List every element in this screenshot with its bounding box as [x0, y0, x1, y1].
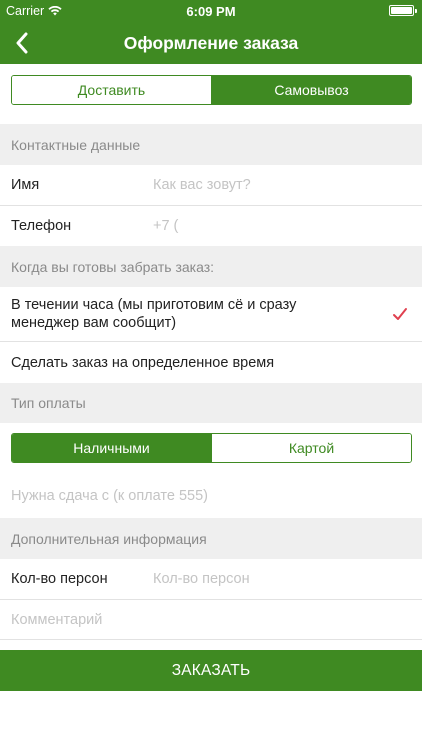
persons-row: Кол-во персон — [0, 559, 422, 600]
order-button[interactable]: ЗАКАЗАТЬ — [0, 650, 422, 691]
pickup-option-time-label: Сделать заказ на определенное время — [11, 354, 275, 371]
delivery-mode-section: Доставить Самовывоз — [0, 64, 422, 124]
section-extra-header: Дополнительная информация — [0, 518, 422, 559]
tab-pickup[interactable]: Самовывоз — [211, 76, 411, 104]
name-row: Имя — [0, 165, 422, 206]
section-pickup-header: Когда вы готовы забрать заказ: — [0, 246, 422, 287]
persons-label: Кол-во персон — [11, 571, 108, 587]
navigation-bar: Оформление заказа — [0, 22, 422, 64]
phone-label: Телефон — [11, 218, 72, 234]
payment-mode-section: Наличными Картой — [0, 423, 422, 473]
name-label: Имя — [11, 177, 40, 193]
delivery-mode-control: Доставить Самовывоз — [11, 75, 412, 105]
phone-input[interactable] — [153, 218, 411, 234]
checkmark-icon — [393, 308, 407, 320]
status-bar: Carrier 6:09 PM — [0, 0, 422, 22]
tab-delivery[interactable]: Доставить — [12, 76, 211, 104]
payment-mode-control: Наличными Картой — [11, 433, 412, 463]
pickup-option-asap[interactable]: В течении часа (мы приготовим сё и сразу… — [0, 287, 422, 342]
battery-icon — [389, 5, 417, 16]
persons-input[interactable] — [153, 571, 411, 587]
page-title: Оформление заказа — [123, 33, 299, 53]
clock: 6:09 PM — [186, 4, 236, 19]
pickup-option-asap-label: В течении часа (мы приготовим сё и сразу… — [11, 297, 297, 331]
name-input[interactable] — [153, 177, 411, 193]
tab-card[interactable]: Картой — [211, 434, 411, 462]
comment-input[interactable] — [11, 611, 411, 628]
section-payment-header: Тип оплаты — [0, 383, 422, 423]
comment-row — [0, 600, 422, 640]
section-contact-header: Контактные данные — [0, 124, 422, 165]
tab-cash[interactable]: Наличными — [12, 434, 211, 462]
change-input[interactable] — [11, 487, 411, 504]
pickup-option-time[interactable]: Сделать заказ на определенное время — [0, 342, 422, 383]
phone-row: Телефон — [0, 206, 422, 246]
change-row — [0, 473, 422, 518]
